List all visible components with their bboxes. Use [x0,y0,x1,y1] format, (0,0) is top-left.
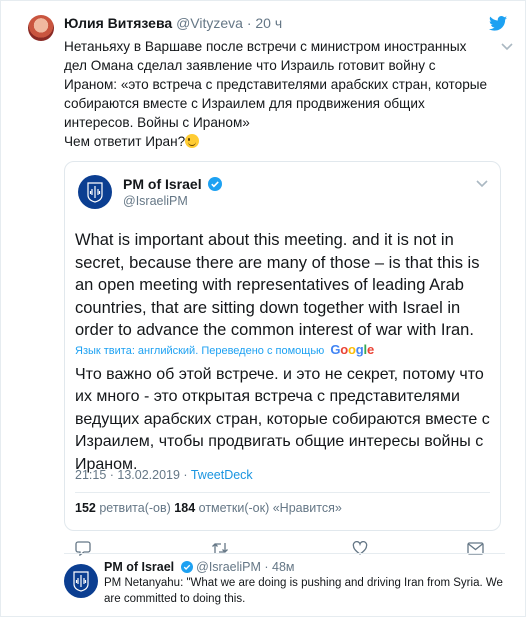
likes-count[interactable]: 184 [174,501,195,515]
direct-message-button[interactable] [464,537,486,559]
tweet-text-line: Ираном: «это встреча с представителями а… [64,77,488,92]
tweet-header: Юлия Витязева @Vityzeva · 20 ч [64,15,283,31]
verified-badge-icon [180,561,193,573]
reply-header: PM of Israel @IsraeliPM · 48м [104,560,295,574]
israel-emblem-icon [73,571,89,592]
google-letter: o [340,342,349,357]
author-handle[interactable]: @Vityzeva [176,15,243,31]
tweet-text-line: Нетаньяху в Варшаве после встречи с мини… [64,39,467,54]
verified-badge-icon [208,177,223,191]
google-letter: e [366,342,374,357]
quoted-author-name[interactable]: PM of Israel [123,176,223,192]
tweet-source-link[interactable]: TweetDeck [191,468,253,482]
tweet-text-line: собираются вместе с Израилем для продвиж… [64,96,425,111]
tweet-text-line: дел Омана сделал заявление что Израиль г… [64,58,436,73]
retweets-label[interactable]: ретвита(-ов) [99,501,170,515]
tweet-actions [64,537,501,559]
translated-tweet-text: Что важно об этой встрече. и это не секр… [75,366,490,473]
google-letter: g [355,342,364,357]
tweet-text: Нетаньяху в Варшаве после встречи с мини… [64,37,504,151]
reply-text: PM Netanyahu: "What we are doing is push… [104,577,503,605]
retweet-button[interactable] [209,537,231,559]
quoted-author-avatar[interactable] [78,175,112,209]
like-button[interactable] [349,537,371,559]
translation-note: Язык твита: английский. Переведено с пом… [75,345,325,357]
quoted-author-handle[interactable]: @IsraeliPM [123,194,188,208]
divider [75,492,490,493]
winking-face-emoji-icon [185,134,200,148]
chevron-down-icon[interactable] [476,180,488,188]
tweet-text-line: интересов. Войны с Ираном» [64,115,250,130]
translation-attribution: Язык твита: английский. Переведено с пом… [75,342,374,357]
tweet-text-line: Чем ответит Иран? [64,134,186,149]
reply-author-handle[interactable]: @IsraeliPM · 48м [196,560,294,574]
quoted-timestamp[interactable]: 21:15 · 13.02.2019 · [75,468,191,482]
tweet-time[interactable]: 20 ч [255,15,282,31]
divider [64,553,505,554]
author-avatar[interactable] [28,15,54,41]
google-letter: o [348,342,356,357]
reply-author-avatar[interactable] [64,564,98,598]
google-logo: Google [330,342,374,357]
twitter-bird-icon[interactable] [489,16,507,31]
israel-emblem-icon [87,182,103,203]
tweet-card: Юлия Витязева @Vityzeva · 20 ч Нетаньяху… [0,0,526,617]
reply-author-name[interactable]: PM of Israel [104,560,174,574]
reply-button[interactable] [72,537,94,559]
quoted-tweet-text: What is important about this meeting. an… [75,231,480,340]
quoted-tweet-card[interactable]: PM of Israel @IsraeliPM What is importan… [64,161,501,531]
quoted-author-name-text[interactable]: PM of Israel [123,176,202,192]
quoted-tweet-stats: 152 ретвита(-ов) 184 отметки(-ок) «Нрави… [75,501,342,515]
likes-label[interactable]: отметки(-ок) «Нравится» [199,501,342,515]
quoted-tweet-meta: 21:15 · 13.02.2019 · TweetDeck [75,468,253,482]
retweets-count[interactable]: 152 [75,501,96,515]
author-name[interactable]: Юлия Витязева [64,15,172,31]
google-letter: G [330,342,341,357]
